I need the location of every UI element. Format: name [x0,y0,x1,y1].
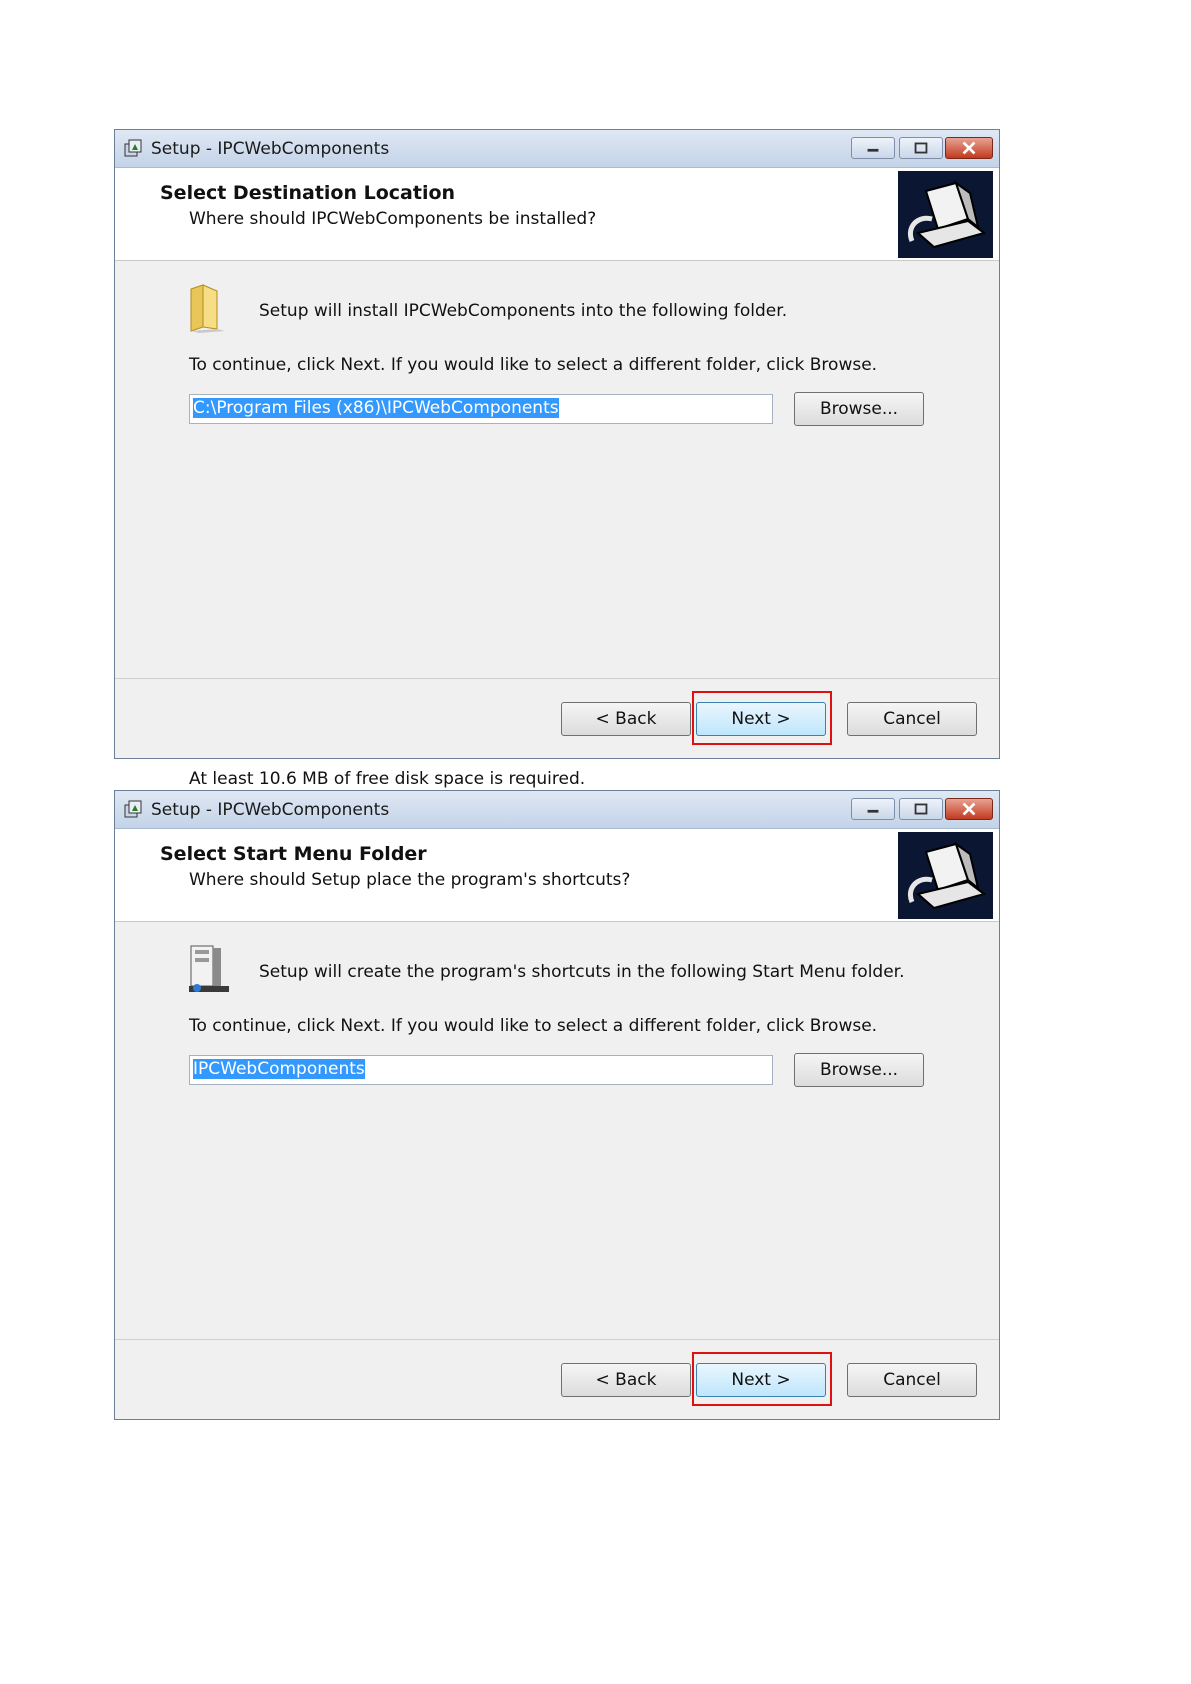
close-button[interactable] [945,798,993,820]
title-bar[interactable]: Setup - IPCWebComponents [115,791,999,829]
setup-window-destination: Setup - IPCWebComponents Select Destinat… [114,129,1000,789]
browse-button[interactable]: Browse... [794,392,924,426]
intro-text: Setup will create the program's shortcut… [259,962,905,982]
input-value: C:\Program Files (x86)\IPCWebComponents [193,398,559,418]
window-title: Setup - IPCWebComponents [151,139,390,159]
disk-space-text: At least 10.6 MB of free disk space is r… [189,769,586,789]
wizard-header: Select Destination Location Where should… [115,168,999,261]
intro-text: Setup will install IPCWebComponents into… [259,301,788,321]
back-button[interactable]: < Back [561,702,691,736]
maximize-icon [914,803,928,815]
cancel-button[interactable]: Cancel [847,702,977,736]
minimize-button[interactable] [851,137,895,159]
page-title: Select Destination Location [160,182,456,204]
setup-app-icon [124,139,142,157]
wizard-header: Select Start Menu Folder Where should Se… [115,829,999,922]
wizard-footer: < Back Next > Cancel [115,1339,999,1419]
close-icon [962,802,976,816]
start-menu-folder-icon [189,945,229,992]
window-title: Setup - IPCWebComponents [151,800,390,820]
page-title: Select Start Menu Folder [160,843,427,865]
wizard-footer: < Back Next > Cancel [115,678,999,758]
page-subtitle: Where should IPCWebComponents be install… [189,209,597,229]
instruction-text: To continue, click Next. If you would li… [189,1016,878,1036]
wizard-computer-icon [898,832,993,919]
destination-path-input[interactable]: C:\Program Files (x86)\IPCWebComponents [189,394,773,424]
minimize-button[interactable] [851,798,895,820]
minimize-icon [867,148,879,152]
close-button[interactable] [945,137,993,159]
maximize-icon [914,142,928,154]
maximize-button[interactable] [899,137,943,159]
next-highlight-box [692,691,832,745]
input-value: IPCWebComponents [193,1059,365,1079]
close-icon [962,141,976,155]
start-menu-folder-input[interactable]: IPCWebComponents [189,1055,773,1085]
back-button[interactable]: < Back [561,1363,691,1397]
browse-button[interactable]: Browse... [794,1053,924,1087]
instruction-text: To continue, click Next. If you would li… [189,355,878,375]
page-subtitle: Where should Setup place the program's s… [189,870,631,890]
folder-icon [190,284,225,333]
cancel-button[interactable]: Cancel [847,1363,977,1397]
title-bar[interactable]: Setup - IPCWebComponents [115,130,999,168]
wizard-computer-icon [898,171,993,258]
wizard-content: Setup will create the program's shortcut… [115,922,999,1339]
minimize-icon [867,809,879,813]
wizard-content: Setup will install IPCWebComponents into… [115,261,999,789]
setup-app-icon [124,800,142,818]
next-highlight-box [692,1352,832,1406]
setup-window-start-menu: Setup - IPCWebComponents Select Start Me… [114,790,1000,1420]
maximize-button[interactable] [899,798,943,820]
